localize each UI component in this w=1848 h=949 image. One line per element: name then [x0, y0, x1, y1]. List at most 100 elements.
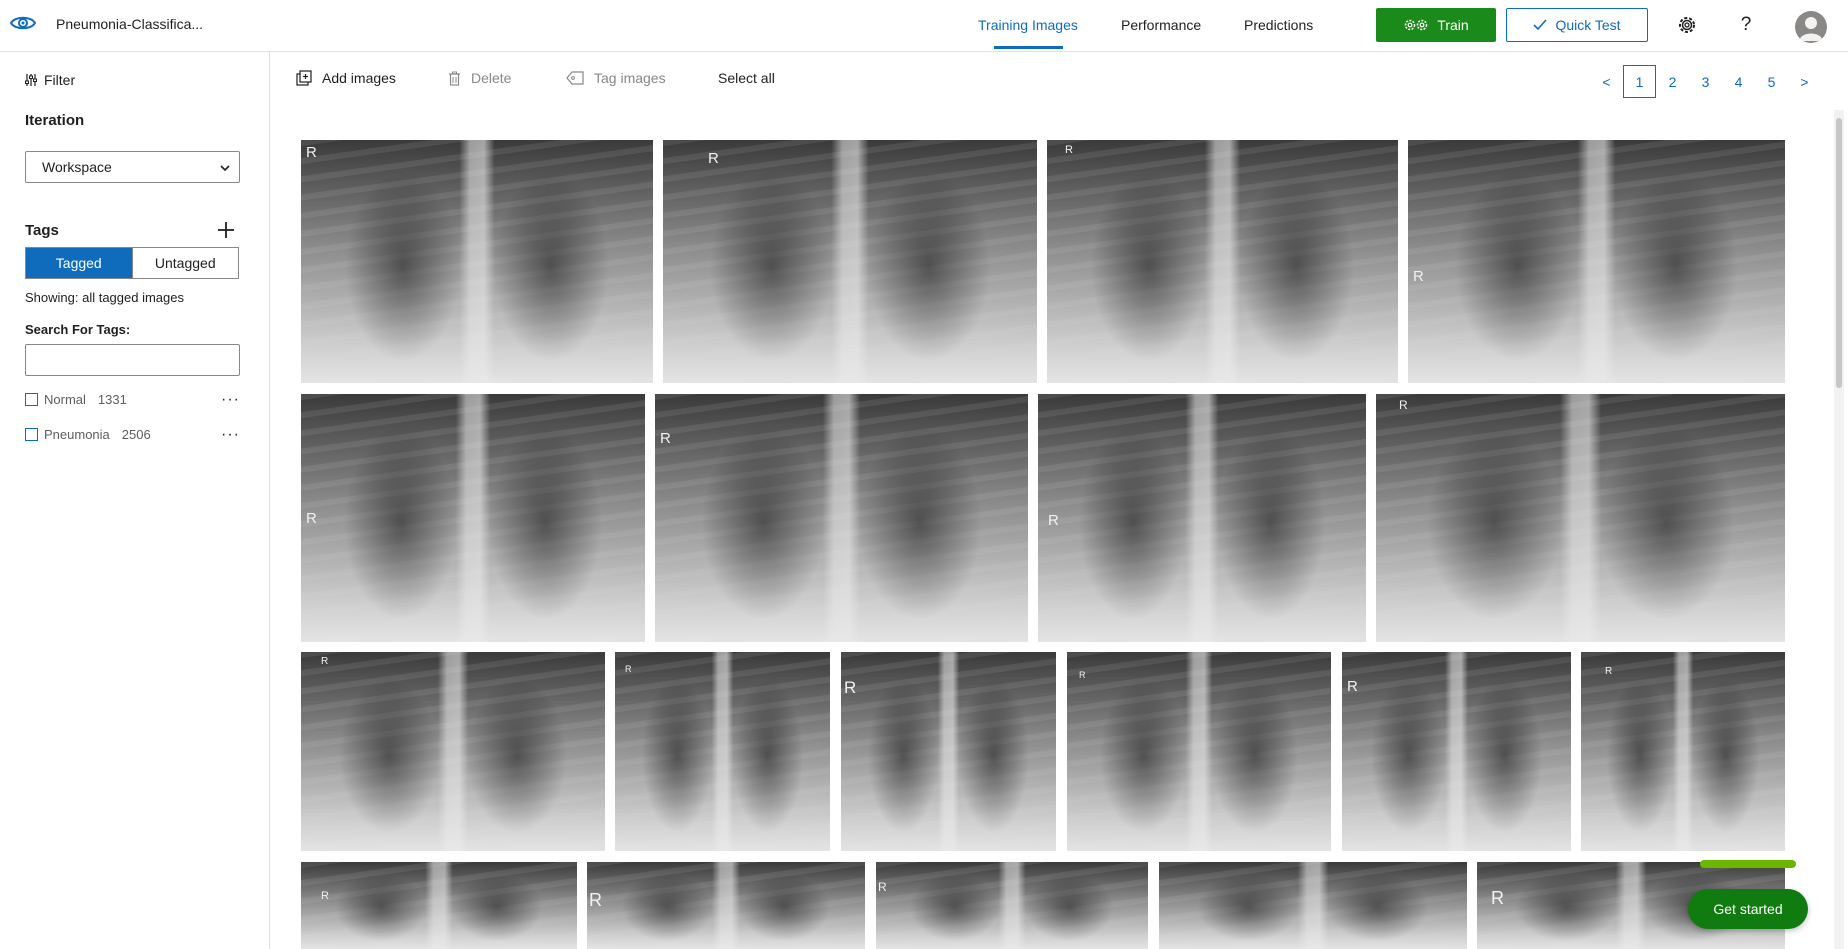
tab-training-images[interactable]: Training Images [978, 17, 1078, 33]
showing-text: Showing: all tagged images [25, 290, 184, 305]
xray-thumbnail[interactable]: R [841, 652, 1056, 851]
delete-label: Delete [471, 70, 512, 86]
help-button[interactable]: ? [1733, 12, 1759, 38]
laterality-marker: R [844, 678, 857, 697]
laterality-marker: R [1399, 398, 1408, 412]
laterality-marker: R [321, 656, 329, 667]
page-4-button[interactable]: 4 [1722, 65, 1755, 98]
xray-thumbnail[interactable]: R [301, 652, 605, 851]
laterality-marker: R [625, 664, 632, 674]
filter-label: Filter [44, 72, 76, 88]
laterality-marker: R [1048, 512, 1059, 529]
quick-test-button[interactable]: Quick Test [1506, 8, 1648, 42]
page-3-button[interactable]: 3 [1689, 65, 1722, 98]
delete-button[interactable]: Delete [448, 70, 511, 86]
tagged-toggle: Tagged Untagged [25, 247, 239, 279]
tags-title: Tags [25, 222, 59, 239]
tag-item-normal[interactable]: Normal 1331 ··· [25, 391, 240, 407]
laterality-marker: R [1347, 678, 1358, 695]
xray-thumbnail[interactable]: R [876, 862, 1148, 949]
gear-icon [1679, 17, 1695, 33]
sidebar: Filter Iteration Workspace Tags Tagged U… [0, 52, 270, 949]
tag-checkbox[interactable] [25, 428, 38, 441]
select-all-button[interactable]: Select all [718, 70, 775, 86]
laterality-marker: R [1413, 268, 1424, 285]
trash-icon [449, 71, 460, 86]
eye-icon[interactable] [10, 13, 36, 33]
xray-thumbnail[interactable]: R [301, 862, 577, 949]
xray-thumbnail[interactable]: R [301, 394, 645, 642]
tab-performance[interactable]: Performance [1121, 17, 1201, 33]
more-options-icon[interactable]: ··· [221, 426, 240, 442]
laterality-marker: R [1491, 888, 1504, 908]
iteration-title: Iteration [25, 112, 85, 129]
train-button[interactable]: Train [1376, 8, 1496, 42]
tagged-option[interactable]: Tagged [26, 248, 132, 278]
xray-thumbnail[interactable]: R [1038, 394, 1366, 642]
filter-button[interactable]: Filter [24, 72, 75, 88]
tag-count: 2506 [121, 427, 151, 442]
tag-item-pneumonia[interactable]: Pneumonia 2506 ··· [25, 426, 240, 442]
quick-test-label: Quick Test [1555, 17, 1621, 33]
xray-thumbnail[interactable]: R [663, 140, 1037, 383]
laterality-marker: R [589, 890, 602, 910]
question-icon: ? [1740, 14, 1752, 35]
xray-thumbnail[interactable]: R [655, 394, 1028, 642]
iteration-select[interactable]: Workspace [25, 151, 240, 183]
iteration-value: Workspace [42, 159, 112, 175]
laterality-marker: R [1079, 670, 1086, 680]
xray-thumbnail[interactable]: R [1067, 652, 1331, 851]
checkmark-icon [1533, 19, 1548, 31]
search-tags-input[interactable] [25, 344, 240, 376]
xray-thumbnail[interactable]: R [1342, 652, 1571, 851]
xray-thumbnail[interactable]: R [615, 652, 830, 851]
filter-sliders-icon [25, 74, 37, 86]
laterality-marker: R [708, 150, 719, 167]
tag-checkbox[interactable] [25, 393, 38, 406]
xray-thumbnail[interactable]: R [1408, 140, 1785, 383]
xray-thumbnail[interactable]: R [1581, 652, 1785, 851]
tag-count: 1331 [97, 392, 127, 407]
add-images-button[interactable]: Add images [296, 70, 396, 86]
xray-thumbnail[interactable]: R [587, 862, 865, 949]
tag-name: Pneumonia [44, 427, 110, 442]
top-bar: Pneumonia-Classifica... Training Images … [0, 0, 1848, 52]
active-tab-indicator [994, 46, 1063, 49]
tag-name: Normal [44, 392, 86, 407]
xray-thumbnail[interactable]: R [1376, 394, 1785, 642]
select-all-label: Select all [718, 70, 775, 86]
page-next-button[interactable]: > [1788, 65, 1821, 98]
get-started-progress-fill [1700, 860, 1796, 868]
tag-icon [566, 71, 584, 85]
tag-images-button[interactable]: Tag images [566, 70, 666, 86]
chevron-down-icon [220, 165, 230, 172]
more-options-icon[interactable]: ··· [221, 391, 240, 407]
laterality-marker: R [321, 890, 329, 902]
user-icon [1799, 17, 1823, 41]
app-title[interactable]: Pneumonia-Classifica... [56, 16, 203, 32]
search-tags-label: Search For Tags: [25, 322, 131, 337]
laterality-marker: R [1065, 144, 1073, 156]
get-started-progress [1700, 860, 1796, 868]
pagination: < 1 2 3 4 5 > [1590, 65, 1821, 98]
laterality-marker: R [306, 144, 317, 161]
add-image-icon [296, 70, 312, 86]
laterality-marker: R [660, 430, 671, 447]
page-5-button[interactable]: 5 [1755, 65, 1788, 98]
scrollbar-thumb[interactable] [1836, 118, 1842, 388]
train-label: Train [1437, 17, 1469, 33]
xray-thumbnail[interactable] [1159, 862, 1467, 949]
get-started-button[interactable]: Get started [1688, 889, 1808, 929]
xray-thumbnail[interactable]: R [301, 140, 653, 383]
page-1-button[interactable]: 1 [1623, 65, 1656, 98]
tag-images-label: Tag images [594, 70, 666, 86]
avatar[interactable] [1795, 11, 1827, 43]
page-prev-button[interactable]: < [1590, 65, 1623, 98]
gears-icon [1404, 19, 1428, 31]
xray-thumbnail[interactable]: R [1047, 140, 1398, 383]
page-2-button[interactable]: 2 [1656, 65, 1689, 98]
untagged-option[interactable]: Untagged [131, 248, 238, 278]
settings-button[interactable] [1674, 12, 1700, 38]
plus-icon[interactable] [214, 218, 238, 242]
tab-predictions[interactable]: Predictions [1244, 17, 1313, 33]
